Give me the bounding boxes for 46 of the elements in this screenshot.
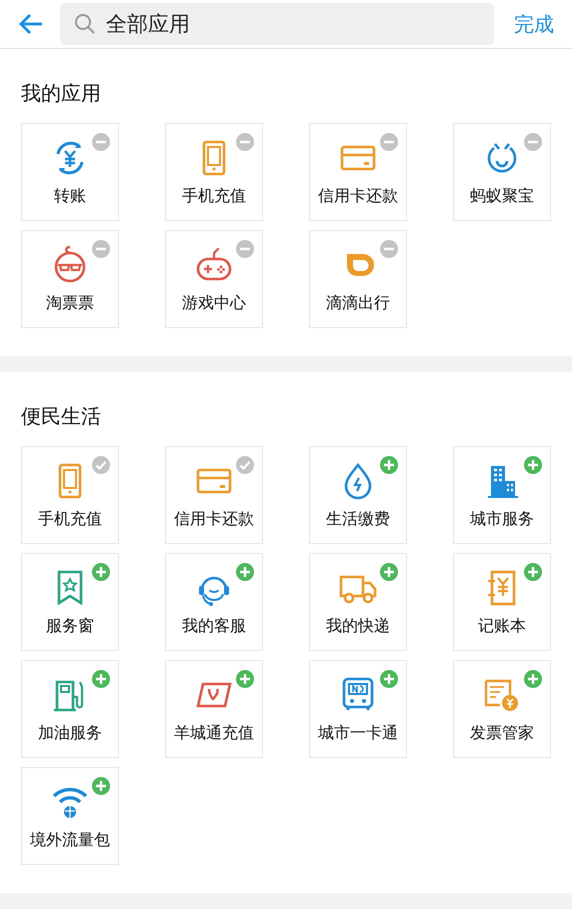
remove-button[interactable]	[524, 133, 542, 151]
app-tile[interactable]: 蚂蚁聚宝	[453, 123, 551, 221]
app-tile[interactable]: 手机充值	[21, 446, 119, 544]
app-tile[interactable]: 手机充值	[165, 123, 263, 221]
app-tile[interactable]: 我的快递	[309, 553, 407, 651]
search-bar[interactable]: 全部应用	[60, 3, 494, 45]
app-tile[interactable]: 游戏中心	[165, 230, 263, 328]
app-tile[interactable]: 淘票票	[21, 230, 119, 328]
add-button[interactable]	[92, 563, 110, 581]
app-tile[interactable]: 发票管家	[453, 660, 551, 758]
app-tile[interactable]: 羊城通充值	[165, 660, 263, 758]
app-tile[interactable]: 记账本	[453, 553, 551, 651]
added-check-icon[interactable]	[92, 456, 110, 474]
section-title: 便民生活	[21, 403, 102, 430]
search-icon	[74, 13, 96, 35]
remove-button[interactable]	[380, 133, 398, 151]
add-button[interactable]	[380, 563, 398, 581]
app-tile[interactable]: 信用卡还款	[309, 123, 407, 221]
app-tile[interactable]: 我的客服	[165, 553, 263, 651]
remove-button[interactable]	[92, 133, 110, 151]
done-button[interactable]: 完成	[508, 10, 554, 38]
added-check-icon[interactable]	[236, 456, 254, 474]
app-tile[interactable]: 境外流量包	[21, 767, 119, 865]
section-title: 我的应用	[21, 80, 102, 107]
app-tile[interactable]: 加油服务	[21, 660, 119, 758]
app-tile[interactable]: 转账	[21, 123, 119, 221]
app-tile[interactable]: 生活缴费	[309, 446, 407, 544]
add-button[interactable]	[380, 456, 398, 474]
remove-button[interactable]	[236, 240, 254, 258]
search-field[interactable]: 全部应用	[104, 11, 480, 37]
add-button[interactable]	[524, 456, 542, 474]
add-button[interactable]	[92, 777, 110, 795]
app-tile[interactable]: 服务窗	[21, 553, 119, 651]
remove-button[interactable]	[92, 240, 110, 258]
remove-button[interactable]	[380, 240, 398, 258]
app-tile[interactable]: 信用卡还款	[165, 446, 263, 544]
add-button[interactable]	[380, 670, 398, 688]
add-button[interactable]	[524, 563, 542, 581]
app-tile[interactable]: 城市服务	[453, 446, 551, 544]
add-button[interactable]	[236, 670, 254, 688]
add-button[interactable]	[524, 670, 542, 688]
app-tile[interactable]: 滴滴出行	[309, 230, 407, 328]
add-button[interactable]	[92, 670, 110, 688]
add-button[interactable]	[236, 563, 254, 581]
app-tile[interactable]: 城市一卡通	[309, 660, 407, 758]
remove-button[interactable]	[236, 133, 254, 151]
